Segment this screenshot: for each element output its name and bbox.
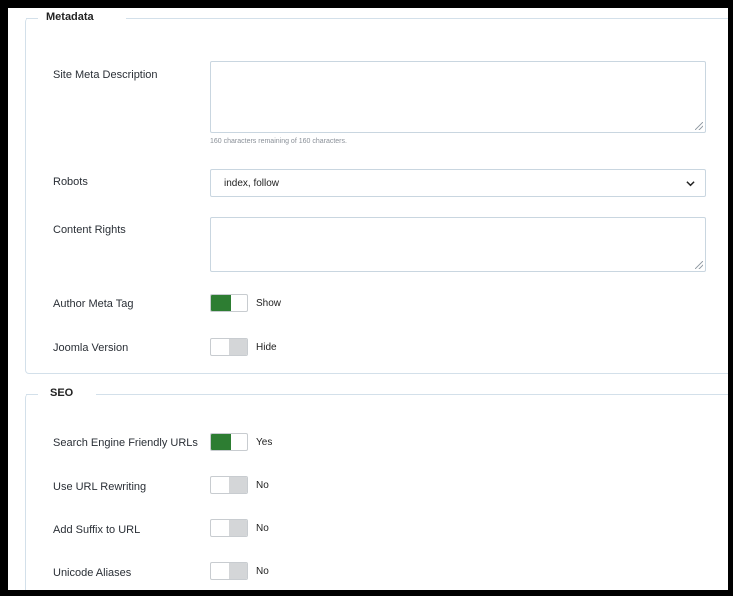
add-suffix-toggle[interactable] [210, 519, 248, 537]
metadata-fieldset: Metadata Site Meta Description 160 chara… [25, 11, 728, 374]
unicode-aliases-state: No [256, 566, 269, 577]
content-rights-textarea[interactable] [210, 217, 706, 272]
resize-grip-icon[interactable] [695, 261, 703, 269]
joomla-version-label: Joomla Version [53, 342, 129, 354]
robots-selected-value: index, follow [224, 178, 280, 189]
url-rewriting-label: Use URL Rewriting [53, 481, 147, 493]
author-meta-tag-toggle[interactable] [210, 294, 248, 312]
robots-label: Robots [53, 176, 88, 188]
seo-legend: SEO [46, 387, 78, 399]
add-suffix-state: No [256, 523, 269, 534]
toggle-off-indicator [229, 477, 247, 493]
toggle-on-indicator [211, 295, 231, 311]
legend-rule-right [96, 394, 728, 395]
site-meta-description-label: Site Meta Description [53, 69, 158, 81]
toggle-off-indicator [229, 563, 247, 579]
author-meta-tag-state: Show [256, 298, 282, 309]
robots-select[interactable]: index, follow [210, 169, 706, 197]
site-meta-description-textarea[interactable] [210, 61, 706, 133]
legend-rule-right [126, 18, 728, 19]
unicode-aliases-toggle[interactable] [210, 562, 248, 580]
global-configuration-panel: Metadata Site Meta Description 160 chara… [8, 8, 728, 590]
metadata-legend: Metadata [42, 11, 98, 23]
url-rewriting-state: No [256, 480, 269, 491]
legend-rule-left [26, 18, 38, 19]
joomla-version-state: Hide [256, 342, 277, 353]
sef-urls-state: Yes [256, 437, 273, 448]
chevron-down-icon [686, 181, 695, 187]
sef-urls-toggle[interactable] [210, 433, 248, 451]
toggle-off-indicator [229, 520, 247, 536]
toggle-off-indicator [229, 339, 247, 355]
add-suffix-label: Add Suffix to URL [53, 524, 141, 536]
seo-fieldset: SEO Search Engine Friendly URLs Yes Use … [25, 387, 728, 590]
author-meta-tag-label: Author Meta Tag [53, 298, 134, 310]
sef-urls-label: Search Engine Friendly URLs [53, 437, 198, 449]
content-rights-label: Content Rights [53, 224, 126, 236]
resize-grip-icon[interactable] [695, 122, 703, 130]
url-rewriting-toggle[interactable] [210, 476, 248, 494]
legend-rule-left [26, 394, 38, 395]
joomla-version-toggle[interactable] [210, 338, 248, 356]
toggle-on-indicator [211, 434, 231, 450]
char-counter-hint: 160 characters remaining of 160 characte… [210, 138, 347, 145]
unicode-aliases-label: Unicode Aliases [53, 567, 132, 579]
